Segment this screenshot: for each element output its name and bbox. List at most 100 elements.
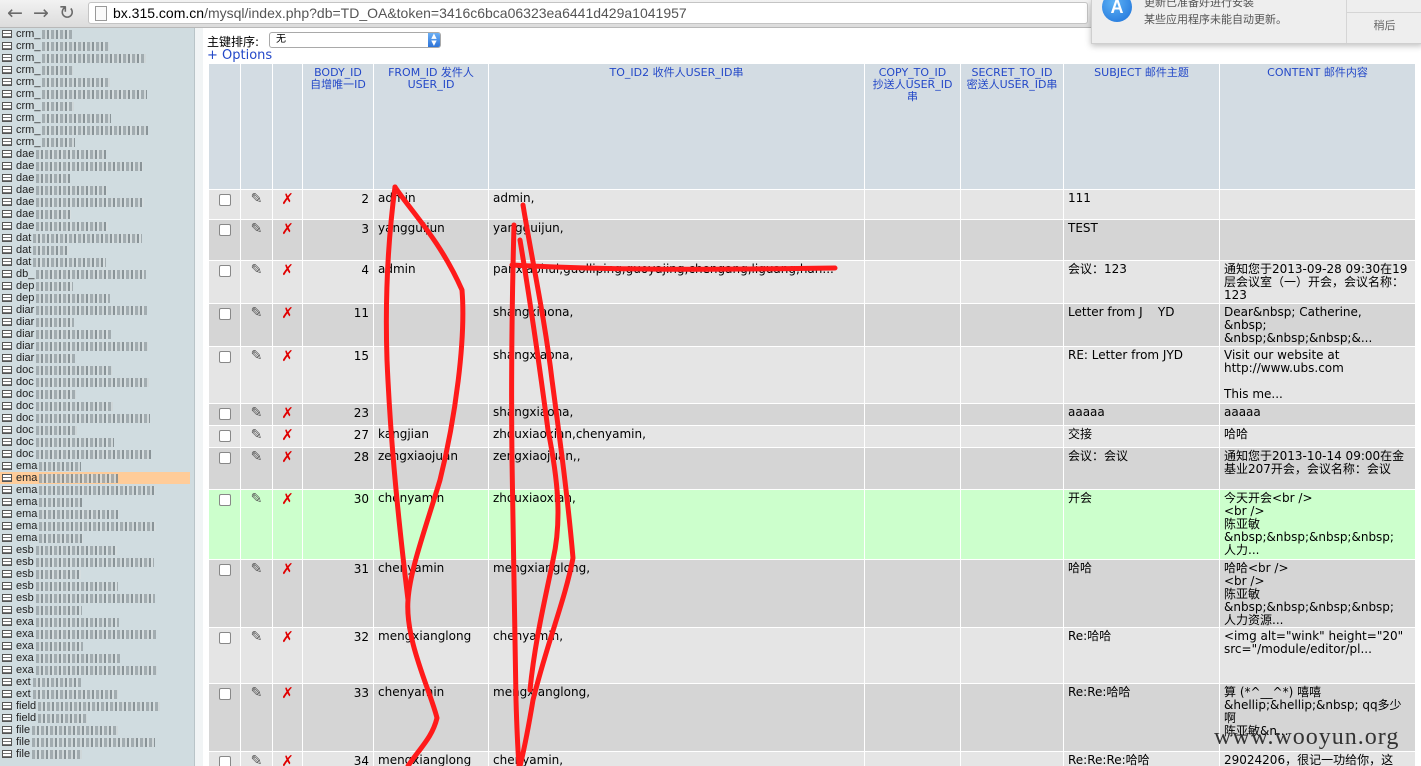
sidebar-table-item[interactable]: field — [0, 712, 194, 724]
sidebar-table-item[interactable]: esb — [0, 556, 194, 568]
sidebar-table-item[interactable]: crm_ — [0, 28, 194, 40]
sidebar-table-item[interactable]: dat — [0, 232, 194, 244]
column-header[interactable]: TO_ID2 收件人USER_ID串 — [488, 63, 865, 190]
sidebar-table-item[interactable]: crm_ — [0, 64, 194, 76]
table-icon[interactable] — [2, 438, 12, 446]
sidebar-table-item[interactable]: crm_ — [0, 124, 194, 136]
row-checkbox[interactable] — [218, 194, 231, 206]
table-icon[interactable] — [2, 474, 12, 482]
sidebar-table-item[interactable]: crm_ — [0, 100, 194, 112]
sidebar-table-item[interactable]: exa — [0, 640, 194, 652]
table-icon[interactable] — [2, 702, 12, 710]
table-icon[interactable] — [2, 198, 12, 206]
table-icon[interactable] — [2, 714, 12, 722]
sidebar-table-item[interactable]: doc — [0, 436, 194, 448]
table-icon[interactable] — [2, 378, 12, 386]
delete-x-icon[interactable]: ✗ — [281, 427, 294, 445]
row-checkbox[interactable] — [218, 308, 231, 320]
table-icon[interactable] — [2, 78, 12, 86]
sidebar-table-item[interactable]: crm_ — [0, 88, 194, 100]
sidebar-table-item[interactable]: esb — [0, 604, 194, 616]
table-row[interactable]: ✎ ✗ 15 shangxiaona, RE: Letter from JYD Visit… — [208, 346, 1416, 404]
delete-x-icon[interactable]: ✗ — [281, 753, 294, 766]
table-icon[interactable] — [2, 330, 12, 338]
pencil-icon[interactable]: ✎ — [251, 262, 263, 278]
table-icon[interactable] — [2, 534, 12, 542]
table-icon[interactable] — [2, 558, 12, 566]
reload-icon[interactable]: ↻ — [56, 1, 78, 25]
delete-x-icon[interactable]: ✗ — [281, 221, 294, 239]
column-header[interactable]: SECRET_TO_ID 密送人USER_ID串 — [960, 63, 1064, 190]
table-icon[interactable] — [2, 738, 12, 746]
table-icon[interactable] — [2, 150, 12, 158]
table-row[interactable]: ✎ ✗ 3 yangguijun yangguijun, TEST — [208, 219, 1416, 261]
table-icon[interactable] — [2, 678, 12, 686]
delete-x-icon[interactable]: ✗ — [281, 449, 294, 467]
sidebar-table-item[interactable]: dae — [0, 184, 194, 196]
table-icon[interactable] — [2, 126, 12, 134]
table-icon[interactable] — [2, 414, 12, 422]
pencil-icon[interactable]: ✎ — [251, 405, 263, 421]
sidebar-table-item[interactable]: exa — [0, 616, 194, 628]
row-checkbox[interactable] — [218, 430, 231, 442]
sidebar-table-item[interactable]: ema — [0, 520, 194, 532]
table-icon[interactable] — [2, 162, 12, 170]
sidebar-table-item[interactable]: file — [0, 724, 194, 736]
table-icon[interactable] — [2, 426, 12, 434]
delete-x-icon[interactable]: ✗ — [281, 685, 294, 703]
sidebar-table-item[interactable]: diar — [0, 304, 194, 316]
table-icon[interactable] — [2, 246, 12, 254]
sidebar-table-item[interactable]: ext — [0, 676, 194, 688]
table-icon[interactable] — [2, 522, 12, 530]
sidebar-table-item[interactable]: ema — [0, 508, 194, 520]
table-icon[interactable] — [2, 306, 12, 314]
sidebar-table-item[interactable]: dat — [0, 256, 194, 268]
sidebar-table-item[interactable]: db_ — [0, 268, 194, 280]
row-checkbox[interactable] — [218, 564, 231, 576]
sidebar-table-item[interactable]: dae — [0, 220, 194, 232]
table-icon[interactable] — [2, 318, 12, 326]
table-icon[interactable] — [2, 450, 12, 458]
table-row[interactable]: ✎ ✗ 4 admin panxiaohui,guolliping,guoyajing,… — [208, 260, 1416, 304]
table-icon[interactable] — [2, 498, 12, 506]
table-row[interactable]: ✎ ✗ 32 mengxianglong chenyamin, Re:哈哈 <img alt… — [208, 627, 1416, 684]
pencil-icon[interactable]: ✎ — [251, 753, 263, 766]
sidebar-table-item[interactable]: exa — [0, 664, 194, 676]
options-link[interactable]: + Options — [207, 48, 272, 63]
pencil-icon[interactable]: ✎ — [251, 491, 263, 507]
delete-x-icon[interactable]: ✗ — [281, 561, 294, 579]
table-icon[interactable] — [2, 606, 12, 614]
sidebar-table-item[interactable]: exa — [0, 652, 194, 664]
sidebar-table-item[interactable]: crm_ — [0, 40, 194, 52]
table-row[interactable]: ✎ ✗ 11 shangxiaona, Letter from J YD Dear&nbs… — [208, 303, 1416, 347]
table-icon[interactable] — [2, 210, 12, 218]
pencil-icon[interactable]: ✎ — [251, 629, 263, 645]
table-icon[interactable] — [2, 342, 12, 350]
table-icon[interactable] — [2, 486, 12, 494]
sidebar-table-item[interactable]: crm_ — [0, 76, 194, 88]
delete-x-icon[interactable]: ✗ — [281, 305, 294, 323]
sidebar-table-item[interactable]: dae — [0, 160, 194, 172]
sidebar-table-item[interactable]: diar — [0, 352, 194, 364]
table-icon[interactable] — [2, 282, 12, 290]
pencil-icon[interactable]: ✎ — [251, 427, 263, 443]
table-icon[interactable] — [2, 366, 12, 374]
sidebar-table-item[interactable]: file — [0, 748, 194, 760]
sidebar-table-item[interactable]: dae — [0, 196, 194, 208]
row-checkbox[interactable] — [218, 688, 231, 700]
table-icon[interactable] — [2, 402, 12, 410]
table-icon[interactable] — [2, 666, 12, 674]
row-checkbox[interactable] — [218, 351, 231, 363]
row-checkbox[interactable] — [218, 408, 231, 420]
table-icon[interactable] — [2, 294, 12, 302]
sidebar-table-item[interactable]: dae — [0, 172, 194, 184]
sidebar-table-item[interactable]: ema — [0, 532, 194, 544]
table-icon[interactable] — [2, 234, 12, 242]
table-icon[interactable] — [2, 354, 12, 362]
table-icon[interactable] — [2, 54, 12, 62]
sidebar-table-item[interactable]: crm_ — [0, 112, 194, 124]
sidebar-table-item[interactable]: file — [0, 736, 194, 748]
sidebar-table-item[interactable]: exa — [0, 628, 194, 640]
table-icon[interactable] — [2, 750, 12, 758]
sidebar-table-item[interactable]: dae — [0, 208, 194, 220]
